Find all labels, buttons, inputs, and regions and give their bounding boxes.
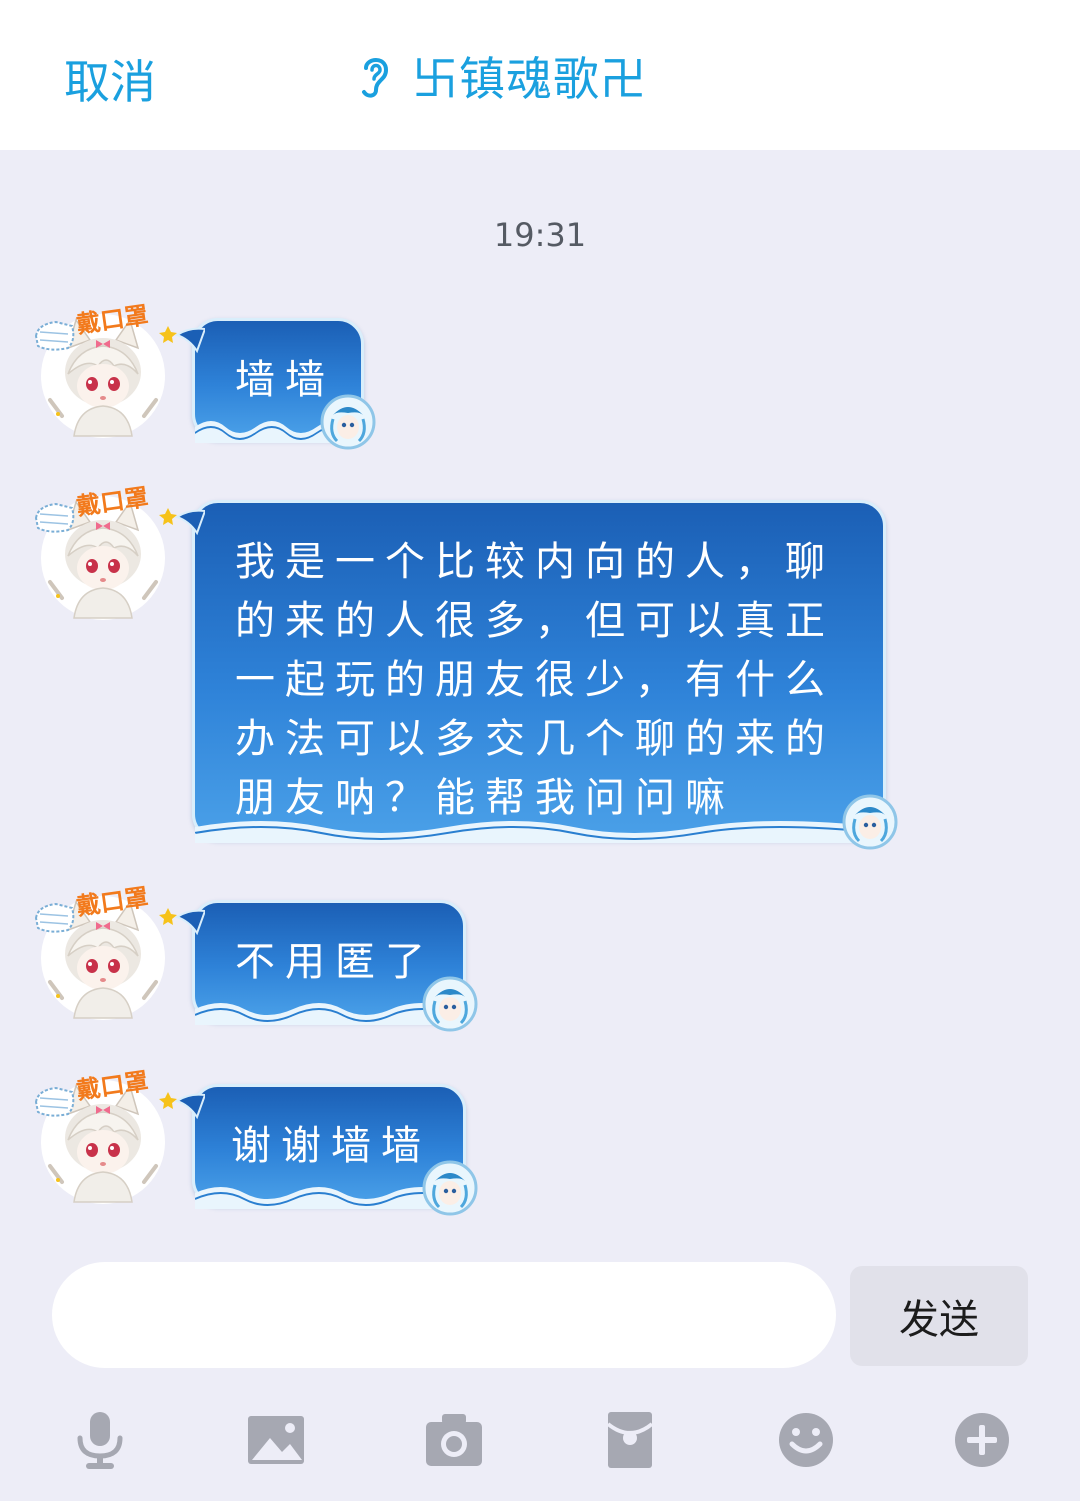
message-line: 的来的人很多，但可以真正	[235, 598, 835, 644]
microphone-icon[interactable]	[70, 1410, 130, 1470]
message-bubble[interactable]: 不用匿了	[192, 900, 466, 1022]
cancel-button[interactable]: 取消	[64, 46, 156, 112]
ear-icon[interactable]	[352, 52, 394, 100]
message-bubble[interactable]: 我是一个比较内向的人，聊 的来的人很多，但可以真正 一起玩的朋友很少，有什么 办…	[192, 500, 886, 840]
send-button[interactable]: 发送	[850, 1266, 1028, 1366]
bubble-tail	[175, 1091, 205, 1127]
message-timestamp: 19:31	[493, 216, 587, 254]
avatar[interactable]: 戴口罩	[28, 878, 178, 1028]
image-icon[interactable]	[246, 1410, 306, 1470]
message-bubble[interactable]: 墙墙	[192, 318, 364, 440]
red-packet-icon[interactable]	[600, 1410, 660, 1470]
camera-icon[interactable]	[424, 1410, 484, 1470]
avatar[interactable]: 戴口罩	[28, 296, 178, 446]
top-bar: 取消 卐镇魂歌卍	[0, 0, 1080, 150]
avatar[interactable]: 戴口罩	[28, 1062, 178, 1212]
chat-title: 卐镇魂歌卍	[412, 52, 647, 106]
bubble-tail	[175, 507, 205, 543]
chat-title-area[interactable]: 卐镇魂歌卍	[352, 46, 647, 106]
message-bubble[interactable]: 谢谢墙墙	[192, 1084, 466, 1206]
plus-icon[interactable]	[952, 1410, 1012, 1470]
message-text: 墙墙	[235, 357, 335, 403]
message-line: 办法可以多交几个聊的来的	[235, 716, 835, 762]
avatar[interactable]: 戴口罩	[28, 478, 178, 628]
message-input[interactable]	[52, 1262, 836, 1368]
message-line: 我是一个比较内向的人，聊	[235, 539, 835, 585]
message-text: 不用匿了	[235, 939, 435, 985]
bubble-tail	[175, 907, 205, 943]
bubble-tail	[175, 325, 205, 361]
message-line: 一起玩的朋友很少，有什么	[235, 657, 835, 703]
message-line: 朋友呐？能帮我问问嘛	[235, 775, 735, 821]
emoji-icon[interactable]	[776, 1410, 836, 1470]
message-text: 谢谢墙墙	[231, 1123, 431, 1169]
